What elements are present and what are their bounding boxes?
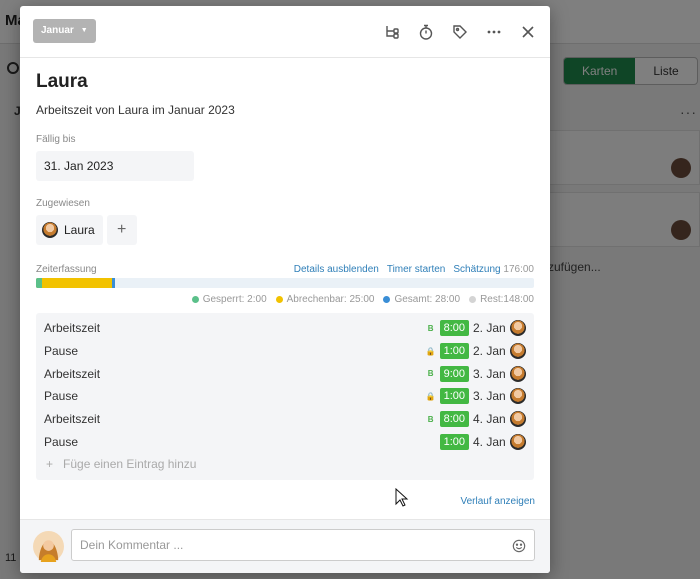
card-description[interactable]: Arbeitszeit von Laura im Januar 2023 xyxy=(36,103,534,117)
add-assignee-button[interactable]: + xyxy=(106,215,137,245)
add-entry-button[interactable]: + Füge einen Eintrag hinzu xyxy=(44,453,526,475)
due-date-field[interactable]: 31. Jan 2023 xyxy=(36,151,194,181)
entry-type: Pause xyxy=(44,389,79,404)
legend-dot-icon xyxy=(469,296,477,303)
legend-dot-icon xyxy=(191,296,199,303)
entry-duration[interactable]: 8:00 xyxy=(439,320,469,337)
mouse-cursor-icon xyxy=(395,488,409,507)
entry-duration[interactable]: 1:00 xyxy=(439,433,469,450)
hide-details-link[interactable]: Details ausblenden xyxy=(294,264,379,275)
legend-item: Abrechenbar: 25:00 xyxy=(275,294,375,305)
entry-duration[interactable]: 9:00 xyxy=(439,365,469,382)
start-timer-link[interactable]: Timer starten xyxy=(387,264,446,275)
progress-locked xyxy=(36,278,42,288)
comment-footer xyxy=(20,519,550,573)
legend-label: Rest:148:00 xyxy=(480,294,534,305)
list-selector[interactable]: Januar ▼ xyxy=(33,19,96,43)
time-entry-row[interactable]: Pause 🔒 1:00 3. Jan xyxy=(44,385,526,408)
avatar xyxy=(510,433,526,450)
assignee-name: Laura xyxy=(64,223,95,237)
billable-icon: B xyxy=(427,369,434,379)
legend-label: Gesamt: 28:00 xyxy=(394,294,461,305)
entry-type: Arbeitszeit xyxy=(44,412,101,427)
modal-header: Januar ▼ xyxy=(20,6,550,58)
time-progress-bar xyxy=(36,278,534,288)
card-detail-modal: Januar ▼ Laura Arbeitszeit von Laura im … xyxy=(20,6,550,573)
tag-icon[interactable] xyxy=(448,20,472,44)
avatar xyxy=(510,343,526,360)
estimate-value: 176:00 xyxy=(503,264,534,275)
estimate-link[interactable]: Schätzung xyxy=(453,264,500,275)
entry-type: Arbeitszeit xyxy=(44,366,101,381)
emoji-icon[interactable] xyxy=(512,539,526,553)
time-entries: Arbeitszeit B 8:00 2. Jan Pause 🔒 1:00 2. Jan Ar… xyxy=(36,313,534,481)
add-entry-label: Füge einen Eintrag hinzu xyxy=(63,457,197,472)
avatar xyxy=(510,411,526,428)
close-icon[interactable] xyxy=(516,20,540,44)
entry-type: Pause xyxy=(44,434,79,449)
entry-date: 4. Jan xyxy=(473,434,506,449)
avatar xyxy=(510,388,526,405)
modal-content: Laura Arbeitszeit von Laura im Januar 20… xyxy=(20,71,550,481)
avatar xyxy=(510,320,526,337)
legend-label: Gesperrt: 2:00 xyxy=(202,294,267,305)
entry-date: 3. Jan xyxy=(473,389,506,404)
entry-date: 4. Jan xyxy=(473,412,506,427)
assignees: Laura + xyxy=(36,215,534,245)
more-icon[interactable] xyxy=(482,20,506,44)
assigned-label: Zugewiesen xyxy=(36,198,90,209)
entry-duration[interactable]: 1:00 xyxy=(439,343,469,360)
plus-icon: + xyxy=(46,457,54,472)
billable-icon: B xyxy=(427,414,434,424)
lock-icon: 🔒 xyxy=(425,346,436,356)
time-legend: Gesperrt: 2:00 Abrechenbar: 25:00 Gesamt: … xyxy=(36,294,534,305)
assignee-chip[interactable]: Laura xyxy=(36,215,103,245)
legend-item: Gesperrt: 2:00 xyxy=(191,294,267,305)
entry-date: 2. Jan xyxy=(473,321,506,336)
entry-date: 3. Jan xyxy=(473,366,506,381)
list-selector-label: Januar xyxy=(41,25,74,36)
avatar xyxy=(42,222,58,238)
entry-duration[interactable]: 1:00 xyxy=(439,388,469,405)
checklist-tree-icon[interactable] xyxy=(380,20,404,44)
avatar xyxy=(33,531,64,562)
billable-icon: B xyxy=(427,323,434,333)
time-entry-row[interactable]: Pause 🔒 1:00 2. Jan xyxy=(44,340,526,363)
comment-input[interactable] xyxy=(71,529,535,561)
legend-dot-icon xyxy=(383,296,391,303)
legend-dot-icon xyxy=(275,296,283,303)
entry-duration[interactable]: 8:00 xyxy=(439,411,469,428)
card-title[interactable]: Laura xyxy=(36,71,534,93)
legend-item: Gesamt: 28:00 xyxy=(383,294,460,305)
chevron-down-icon: ▼ xyxy=(80,27,88,34)
lock-icon: 🔒 xyxy=(425,391,436,401)
entry-date: 2. Jan xyxy=(473,344,506,359)
legend-label: Abrechenbar: 25:00 xyxy=(286,294,375,305)
time-entry-row[interactable]: Arbeitszeit B 8:00 2. Jan xyxy=(44,317,526,340)
time-entry-row[interactable]: Pause 1:00 4. Jan xyxy=(44,430,526,453)
entry-type: Arbeitszeit xyxy=(44,321,101,336)
legend-item: Rest:148:00 xyxy=(469,294,534,305)
history-link[interactable]: Verlauf anzeigen xyxy=(20,496,535,507)
time-entry-row[interactable]: Arbeitszeit B 8:00 4. Jan xyxy=(44,408,526,431)
header-actions xyxy=(380,20,540,44)
entry-type: Pause xyxy=(44,344,79,359)
time-entry-row[interactable]: Arbeitszeit B 9:00 3. Jan xyxy=(44,362,526,385)
time-tracking-label: Zeiterfassung xyxy=(36,264,97,275)
due-label: Fällig bis xyxy=(36,134,76,145)
time-tracking-header: Zeiterfassung Details ausblenden Timer s… xyxy=(36,264,534,275)
progress-billable xyxy=(36,278,113,288)
avatar xyxy=(510,365,526,382)
stopwatch-icon[interactable] xyxy=(414,20,438,44)
